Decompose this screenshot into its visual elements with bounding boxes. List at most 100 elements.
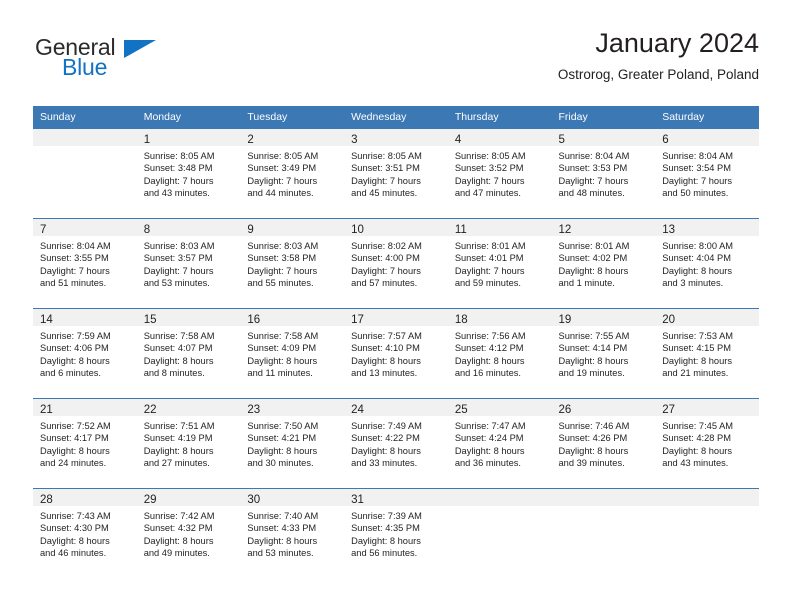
- calendar-day-cell[interactable]: 8 Sunrise: 8:03 AM Sunset: 3:57 PM Daylight…: [136, 218, 241, 309]
- calendar-day-cell[interactable]: 21 Sunrise: 7:52 AM Sunset: 4:17 PM Dayligh…: [33, 398, 137, 489]
- day-number: 7: [40, 224, 47, 236]
- calendar-day-cell-inner: 5 Sunrise: 8:04 AM Sunset: 3:53 PM Daylight…: [551, 129, 656, 218]
- day-number: 12: [558, 224, 572, 236]
- calendar-day-cell-inner: 12 Sunrise: 8:01 AM Sunset: 4:02 PM Dayligh…: [551, 219, 656, 308]
- calendar-day-cell[interactable]: 28 Sunrise: 7:43 AM Sunset: 4:30 PM Dayligh…: [33, 488, 137, 578]
- calendar-day-cell[interactable]: 23 Sunrise: 7:50 AM Sunset: 4:21 PM Dayligh…: [240, 398, 345, 489]
- day-details: Sunrise: 8:04 AM Sunset: 3:53 PM Daylight:…: [552, 146, 656, 200]
- calendar-day-cell[interactable]: 27 Sunrise: 7:45 AM Sunset: 4:28 PM Dayligh…: [655, 398, 759, 489]
- calendar-day-cell[interactable]: 18 Sunrise: 7:56 AM Sunset: 4:12 PM Dayligh…: [447, 308, 552, 399]
- calendar-header-row: Sunday Monday Tuesday Wednesday Thursday…: [33, 106, 759, 129]
- sunset-text: Sunset: 4:22 PM: [351, 433, 420, 444]
- calendar-day-cell[interactable]: 2 Sunrise: 8:05 AM Sunset: 3:49 PM Daylight…: [240, 128, 345, 219]
- sunrise-text: Sunrise: 8:01 AM: [558, 241, 630, 251]
- sunset-text: Sunset: 3:57 PM: [143, 253, 213, 264]
- daylight-text-line1: Daylight: 7 hours: [247, 175, 318, 186]
- calendar-day-cell[interactable]: 3 Sunrise: 8:05 AM Sunset: 3:51 PM Daylight…: [344, 128, 448, 219]
- calendar-day-cell[interactable]: 17 Sunrise: 7:57 AM Sunset: 4:10 PM Dayligh…: [344, 308, 448, 399]
- calendar-day-cell[interactable]: 10 Sunrise: 8:02 AM Sunset: 4:00 PM Dayligh…: [344, 218, 448, 309]
- calendar-week-row: 21 Sunrise: 7:52 AM Sunset: 4:17 PM Dayligh…: [33, 398, 759, 489]
- day-number: 18: [454, 314, 468, 326]
- calendar-day-cell[interactable]: 20 Sunrise: 7:53 AM Sunset: 4:15 PM Dayligh…: [655, 308, 759, 399]
- sunrise-text: Sunrise: 7:57 AM: [351, 331, 422, 341]
- daylight-text-line2: and 57 minutes.: [351, 278, 418, 289]
- sunrise-text: Sunrise: 7:45 AM: [662, 421, 734, 431]
- calendar-empty-cell: [447, 488, 552, 578]
- calendar-day-cell[interactable]: 9 Sunrise: 8:03 AM Sunset: 3:58 PM Daylight…: [240, 218, 345, 309]
- calendar-day-cell[interactable]: 25 Sunrise: 7:47 AM Sunset: 4:24 PM Dayligh…: [447, 398, 552, 489]
- sunrise-text: Sunrise: 7:55 AM: [558, 331, 630, 341]
- calendar-day-cell[interactable]: 26 Sunrise: 7:46 AM Sunset: 4:26 PM Dayligh…: [551, 398, 656, 489]
- day-details: Sunrise: 7:55 AM Sunset: 4:14 PM Daylight:…: [552, 326, 656, 380]
- sunset-text: Sunset: 4:14 PM: [558, 343, 628, 354]
- day-number: 1: [143, 134, 151, 146]
- calendar-day-cell[interactable]: 4 Sunrise: 8:05 AM Sunset: 3:52 PM Daylight…: [447, 128, 552, 219]
- calendar-week-row: 14 Sunrise: 7:59 AM Sunset: 4:06 PM Dayligh…: [33, 308, 759, 399]
- sunset-text: Sunset: 4:12 PM: [454, 343, 524, 354]
- calendar-day-cell[interactable]: 14 Sunrise: 7:59 AM Sunset: 4:06 PM Dayligh…: [33, 308, 137, 399]
- sunset-text: Sunset: 4:19 PM: [143, 433, 213, 444]
- day-number: 16: [247, 314, 261, 326]
- day-number-band: [447, 489, 552, 506]
- day-number-band: 22: [136, 399, 241, 416]
- sunset-text: Sunset: 4:17 PM: [40, 433, 109, 444]
- sunrise-text: Sunrise: 8:03 AM: [247, 241, 319, 251]
- calendar-day-cell[interactable]: 30 Sunrise: 7:40 AM Sunset: 4:33 PM Dayligh…: [240, 488, 345, 578]
- calendar-day-cell[interactable]: 29 Sunrise: 7:42 AM Sunset: 4:32 PM Dayligh…: [136, 488, 241, 578]
- day-details: Sunrise: 7:46 AM Sunset: 4:26 PM Daylight:…: [552, 416, 656, 470]
- calendar-day-cell[interactable]: 6 Sunrise: 8:04 AM Sunset: 3:54 PM Daylight…: [655, 128, 759, 219]
- calendar-day-cell[interactable]: 11 Sunrise: 8:01 AM Sunset: 4:01 PM Dayligh…: [447, 218, 552, 309]
- day-details: Sunrise: 7:59 AM Sunset: 4:06 PM Daylight:…: [33, 326, 137, 380]
- sunrise-text: Sunrise: 7:53 AM: [662, 331, 734, 341]
- calendar-day-cell[interactable]: 24 Sunrise: 7:49 AM Sunset: 4:22 PM Dayligh…: [344, 398, 448, 489]
- day-number-band: 8: [136, 219, 241, 236]
- calendar-day-cell[interactable]: 15 Sunrise: 7:58 AM Sunset: 4:07 PM Dayligh…: [136, 308, 241, 399]
- day-details: Sunrise: 7:39 AM Sunset: 4:35 PM Daylight:…: [344, 506, 448, 560]
- day-number-band: 24: [344, 399, 448, 416]
- day-number-band: 2: [240, 129, 345, 146]
- weekday-header-tuesday: Tuesday: [240, 106, 345, 129]
- sunrise-text: Sunrise: 7:50 AM: [247, 421, 319, 431]
- day-number: 23: [247, 404, 261, 416]
- calendar-day-cell[interactable]: 22 Sunrise: 7:51 AM Sunset: 4:19 PM Dayligh…: [136, 398, 241, 489]
- calendar-day-cell[interactable]: 12 Sunrise: 8:01 AM Sunset: 4:02 PM Dayligh…: [551, 218, 656, 309]
- calendar-day-cell-inner: 1 Sunrise: 8:05 AM Sunset: 3:48 PM Daylight…: [136, 129, 241, 218]
- daylight-text-line1: Daylight: 7 hours: [558, 175, 629, 186]
- daylight-text-line2: and 33 minutes.: [351, 458, 418, 469]
- daylight-text-line2: and 48 minutes.: [558, 188, 625, 199]
- sunrise-text: Sunrise: 8:03 AM: [143, 241, 215, 251]
- daylight-text-line2: and 53 minutes.: [247, 548, 314, 559]
- day-details: Sunrise: 7:56 AM Sunset: 4:12 PM Daylight:…: [448, 326, 552, 380]
- sunrise-text: Sunrise: 7:40 AM: [247, 511, 319, 521]
- calendar-day-cell-inner: 10 Sunrise: 8:02 AM Sunset: 4:00 PM Dayligh…: [344, 219, 448, 308]
- calendar-day-cell[interactable]: 1 Sunrise: 8:05 AM Sunset: 3:48 PM Daylight…: [136, 128, 241, 219]
- day-details: Sunrise: 8:04 AM Sunset: 3:55 PM Daylight:…: [33, 236, 137, 290]
- calendar-day-cell-inner: [551, 489, 656, 578]
- calendar-day-cell-inner: 13 Sunrise: 8:00 AM Sunset: 4:04 PM Dayligh…: [655, 219, 759, 308]
- calendar-day-cell[interactable]: 19 Sunrise: 7:55 AM Sunset: 4:14 PM Dayligh…: [551, 308, 656, 399]
- calendar-day-cell[interactable]: 31 Sunrise: 7:39 AM Sunset: 4:35 PM Dayligh…: [344, 488, 448, 578]
- day-number-band: 11: [447, 219, 552, 236]
- calendar-day-cell[interactable]: 16 Sunrise: 7:58 AM Sunset: 4:09 PM Dayligh…: [240, 308, 345, 399]
- daylight-text-line2: and 50 minutes.: [662, 188, 729, 199]
- calendar-day-cell-inner: 28 Sunrise: 7:43 AM Sunset: 4:30 PM Dayligh…: [33, 489, 137, 578]
- day-number-band: 9: [240, 219, 345, 236]
- sunrise-text: Sunrise: 8:00 AM: [662, 241, 734, 251]
- calendar-day-cell-inner: 3 Sunrise: 8:05 AM Sunset: 3:51 PM Daylight…: [344, 129, 448, 218]
- day-number: 17: [351, 314, 364, 326]
- daylight-text-line2: and 11 minutes.: [247, 368, 313, 379]
- calendar-day-cell[interactable]: 13 Sunrise: 8:00 AM Sunset: 4:04 PM Dayligh…: [655, 218, 759, 309]
- calendar-day-cell-inner: 2 Sunrise: 8:05 AM Sunset: 3:49 PM Daylight…: [240, 129, 345, 218]
- day-details: Sunrise: 8:05 AM Sunset: 3:52 PM Daylight:…: [448, 146, 552, 200]
- day-details: Sunrise: 7:40 AM Sunset: 4:33 PM Daylight:…: [240, 506, 344, 560]
- sunrise-text: Sunrise: 8:01 AM: [454, 241, 526, 251]
- sunset-text: Sunset: 4:07 PM: [143, 343, 213, 354]
- weekday-header-thursday: Thursday: [447, 106, 552, 129]
- day-number-band: 16: [240, 309, 345, 326]
- calendar-day-cell[interactable]: 7 Sunrise: 8:04 AM Sunset: 3:55 PM Daylight…: [33, 218, 137, 309]
- daylight-text-line2: and 21 minutes.: [662, 368, 729, 379]
- calendar-day-cell-inner: 29 Sunrise: 7:42 AM Sunset: 4:32 PM Dayligh…: [136, 489, 241, 578]
- sunset-text: Sunset: 3:58 PM: [247, 253, 317, 264]
- brand-logo[interactable]: General Blue: [33, 34, 233, 90]
- calendar-day-cell[interactable]: 5 Sunrise: 8:04 AM Sunset: 3:53 PM Daylight…: [551, 128, 656, 219]
